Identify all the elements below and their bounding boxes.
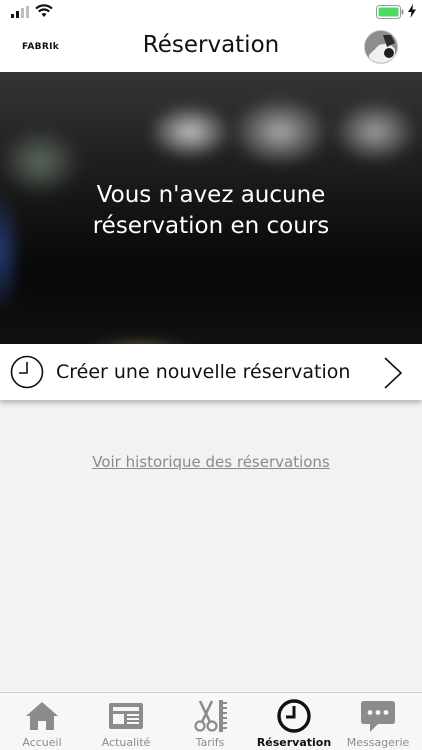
tab-reservation[interactable]: Réservation — [252, 693, 336, 750]
tab-messagerie[interactable]: Messagerie — [336, 693, 420, 750]
home-icon — [26, 702, 58, 730]
scissors-comb-icon — [194, 700, 227, 732]
no-reservation-message: Vous n'avez aucune réservation en cours — [0, 180, 422, 242]
tab-bar: Accueil Actualité Tarifs Réservation Mes… — [0, 692, 422, 750]
profile-photo-icon — [365, 31, 397, 63]
tab-accueil-label: Accueil — [22, 736, 62, 749]
newspaper-icon — [109, 703, 143, 729]
avatar[interactable] — [364, 30, 398, 64]
create-reservation-label: Créer une nouvelle réservation — [56, 361, 351, 383]
reservation-history-link[interactable]: Voir historique des réservations — [0, 453, 422, 471]
page-title: Réservation — [142, 32, 280, 58]
clock-icon — [277, 699, 311, 733]
tab-tarifs-label: Tarifs — [195, 736, 225, 749]
tab-actualite[interactable]: Actualité — [84, 693, 168, 750]
tab-tarifs[interactable]: Tarifs — [168, 693, 252, 750]
charging-icon — [408, 4, 416, 18]
tab-actualite-label: Actualité — [101, 736, 151, 749]
chevron-right-icon — [384, 357, 403, 389]
wifi-icon — [35, 4, 53, 17]
tab-accueil[interactable]: Accueil — [0, 693, 84, 750]
no-reservation-message-line1: Vous n'avez aucune — [96, 182, 326, 208]
battery-icon — [376, 5, 404, 19]
chat-icon — [361, 701, 395, 732]
tab-reservation-label: Réservation — [256, 736, 332, 749]
create-reservation-button[interactable]: Créer une nouvelle réservation — [0, 344, 422, 400]
hero-banner: Vous n'avez aucune réservation en cours — [0, 72, 422, 344]
tab-messagerie-label: Messagerie — [346, 736, 410, 749]
signal-icon — [11, 6, 29, 18]
no-reservation-message-line2: réservation en cours — [92, 213, 330, 239]
clock-icon — [10, 355, 44, 389]
status-bar — [0, 0, 422, 26]
app-header: FABRIk Réservation — [0, 26, 422, 72]
